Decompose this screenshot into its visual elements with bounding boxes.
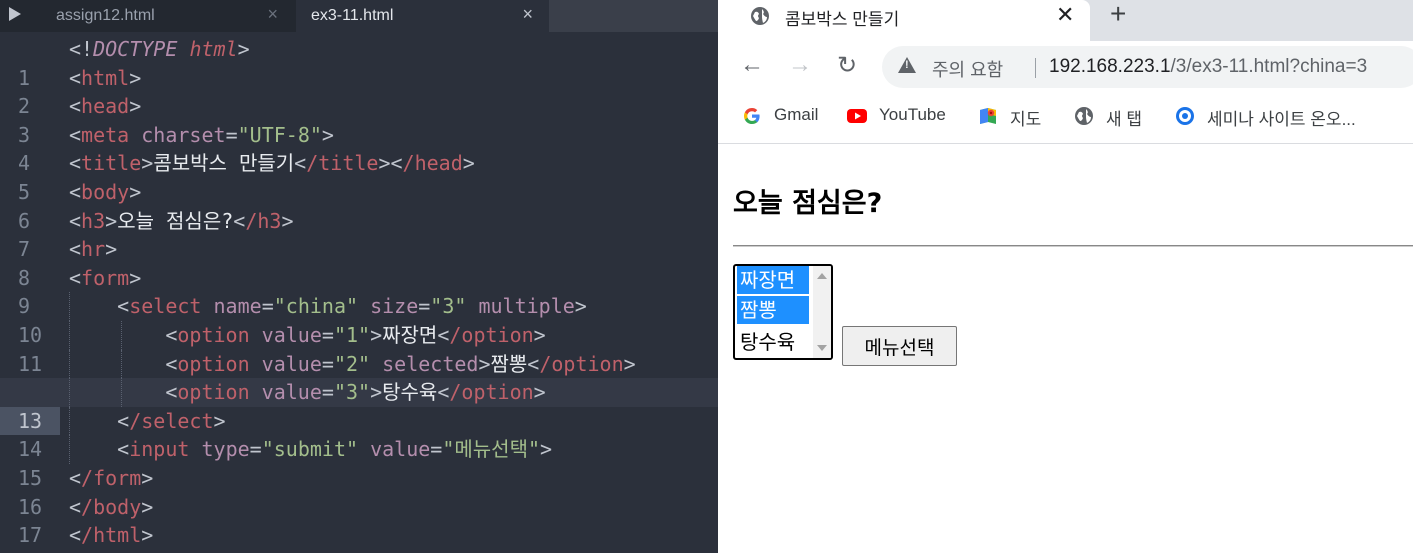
play-icon[interactable] — [9, 7, 21, 21]
select-option[interactable]: 짜장면 — [737, 266, 809, 294]
close-icon[interactable]: ✕ — [1056, 2, 1074, 28]
browser-toolbar: ← → ↻ 주의 요함 192.168.223.1/3/ex3-11.html?… — [718, 41, 1413, 93]
globe-icon — [751, 7, 769, 25]
bookmark-label: YouTube — [879, 105, 946, 124]
new-tab-button[interactable]: + — [1110, 0, 1126, 30]
code-line: 1 <!DOCTYPE html> — [0, 35, 718, 90]
browser-tab-title: 콤보박스 만들기 — [785, 10, 900, 29]
code-area[interactable]: 1 <!DOCTYPE html> 2 <html> 3 <head> 4 <m… — [0, 35, 718, 553]
bookmark-label: Gmail — [774, 105, 819, 124]
code-line: 3 <head> — [0, 92, 718, 147]
code-line: 2 <html> — [0, 64, 718, 119]
bookmark-label: 새 탭 — [1106, 110, 1143, 129]
bookmark-label: 세미나 사이트 온오... — [1207, 110, 1356, 129]
horizontal-rule — [733, 245, 1413, 247]
code-line: 4 <meta charset="UTF-8"> — [0, 121, 718, 176]
scroll-up-icon[interactable] — [817, 273, 827, 279]
code-line: 8 <hr> — [0, 235, 718, 290]
editor-tab-ex3-11[interactable]: ex3-11.html × — [296, 0, 549, 32]
browser-tab-strip: 콤보박스 만들기 ✕ + — [718, 0, 1413, 41]
editor-tab-assign12[interactable]: assign12.html × — [32, 0, 296, 32]
submit-button[interactable]: 메뉴선택 — [842, 326, 957, 366]
listbox-scrollbar[interactable] — [813, 266, 831, 358]
code-line: 10 <select name="china" size="3" multipl… — [0, 292, 718, 347]
browser-window: 콤보박스 만들기 ✕ + ← → ↻ 주의 요함 192.168.223.1/3… — [718, 0, 1413, 553]
editor-tab-label: ex3-11.html — [311, 7, 394, 24]
select-option[interactable]: 탕수육 — [737, 328, 809, 356]
reload-icon[interactable]: ↻ — [837, 51, 857, 80]
url-text[interactable]: 192.168.223.1/3/ex3-11.html?china=3 — [1049, 56, 1367, 78]
code-line: 18 </html> — [0, 521, 718, 553]
editor-tab-label: assign12.html — [56, 7, 155, 24]
page-heading: 오늘 점심은? — [733, 188, 883, 219]
code-line-active: 13 <option value="3">탕수육</option> — [0, 378, 718, 436]
youtube-icon — [847, 109, 867, 123]
code-line: 6 <body> — [0, 178, 718, 233]
back-arrow-icon[interactable]: ← — [740, 51, 764, 79]
code-editor[interactable]: assign12.html × ex3-11.html × 1 <!DOCTYP… — [0, 0, 718, 553]
page-content: 오늘 점심은? 짜장면 짬뽕 탕수육 메뉴선택 — [718, 144, 1413, 553]
select-option[interactable]: 짬뽕 — [737, 296, 809, 324]
scroll-down-icon[interactable] — [817, 345, 827, 351]
code-line: 12 <option value="2" selected>짬뽕</option… — [0, 349, 718, 404]
address-bar[interactable]: 주의 요함 192.168.223.1/3/ex3-11.html?china=… — [882, 46, 1413, 88]
code-line: 16 </form> — [0, 464, 718, 519]
code-line: 9 <form> — [0, 264, 718, 319]
close-icon[interactable]: × — [522, 4, 533, 25]
forward-arrow-icon[interactable]: → — [788, 51, 812, 79]
google-icon — [744, 108, 760, 124]
code-line: 17 </body> — [0, 493, 718, 548]
seminar-icon — [1176, 107, 1194, 125]
tab-bar-empty — [549, 0, 718, 32]
globe-icon — [1075, 107, 1093, 125]
code-line: 15 <input type="submit" value="메뉴선택"> — [0, 435, 718, 490]
menu-select-listbox[interactable]: 짜장면 짬뽕 탕수육 — [733, 264, 833, 360]
code-line: 5 <title>콤보박스 만들기</title></head> — [0, 149, 718, 204]
warning-icon[interactable] — [898, 57, 916, 73]
browser-tab[interactable]: 콤보박스 만들기 ✕ — [718, 0, 1090, 41]
code-line: 14 </select> — [0, 406, 718, 461]
editor-tab-bar: assign12.html × ex3-11.html × — [0, 0, 718, 32]
bookmarks-bar: Gmail YouTube 지도 새 탭 세미나 사이트 온오... — [718, 93, 1413, 144]
divider — [1035, 58, 1036, 78]
code-line: 7 <h3>오늘 점심은?</h3> — [0, 207, 718, 262]
code-line: 11 <option value="1">짜장면</option> — [0, 320, 718, 376]
maps-icon — [980, 108, 996, 124]
close-icon[interactable]: × — [267, 4, 278, 25]
bookmark-label: 지도 — [1010, 110, 1042, 129]
security-label[interactable]: 주의 요함 — [932, 56, 1003, 82]
